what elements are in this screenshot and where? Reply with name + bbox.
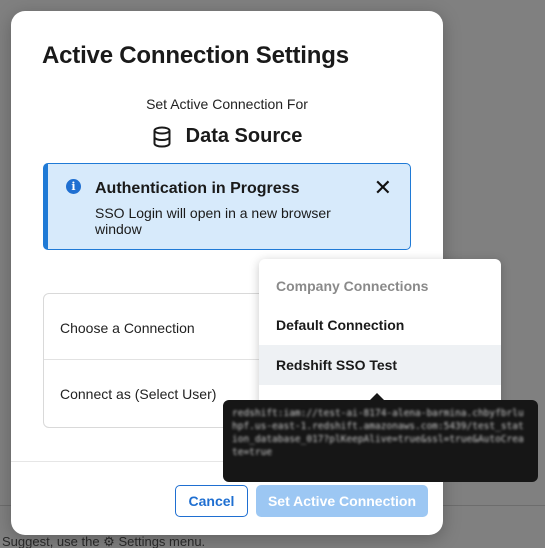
dialog-subtitle: Set Active Connection For — [146, 96, 308, 112]
close-icon[interactable]: ✕ — [374, 177, 392, 199]
dropdown-item-default-connection[interactable]: Default Connection — [259, 305, 501, 345]
connect-as-label: Connect as (Select User) — [60, 386, 217, 402]
tooltip-text: redshift:iam://test-ai-8174-alena-barmin… — [232, 408, 524, 458]
auth-alert: i Authentication in Progress SSO Login w… — [43, 163, 411, 250]
tooltip-arrow — [370, 393, 384, 400]
choose-connection-label: Choose a Connection — [60, 320, 195, 336]
info-icon: i — [66, 179, 81, 194]
data-source-label: Data Source — [185, 125, 303, 147]
data-source-row: Data Source — [11, 125, 443, 148]
set-active-connection-button[interactable]: Set Active Connection — [256, 485, 428, 517]
connection-url-tooltip: redshift:iam://test-ai-8174-alena-barmin… — [223, 393, 538, 482]
alert-body: SSO Login will open in a new browser win… — [95, 205, 331, 237]
dropdown-item-redshift-sso-test[interactable]: Redshift SSO Test — [259, 345, 501, 385]
cancel-button[interactable]: Cancel — [175, 485, 248, 517]
database-icon — [152, 126, 172, 148]
background-hint-text: Suggest, use the ⚙ Settings menu. — [2, 534, 206, 548]
alert-title: Authentication in Progress — [95, 180, 300, 197]
connection-dropdown-menu: Company Connections Default Connection R… — [259, 259, 501, 409]
dropdown-group-header: Company Connections — [276, 278, 429, 294]
dialog-title: Active Connection Settings — [42, 42, 349, 69]
